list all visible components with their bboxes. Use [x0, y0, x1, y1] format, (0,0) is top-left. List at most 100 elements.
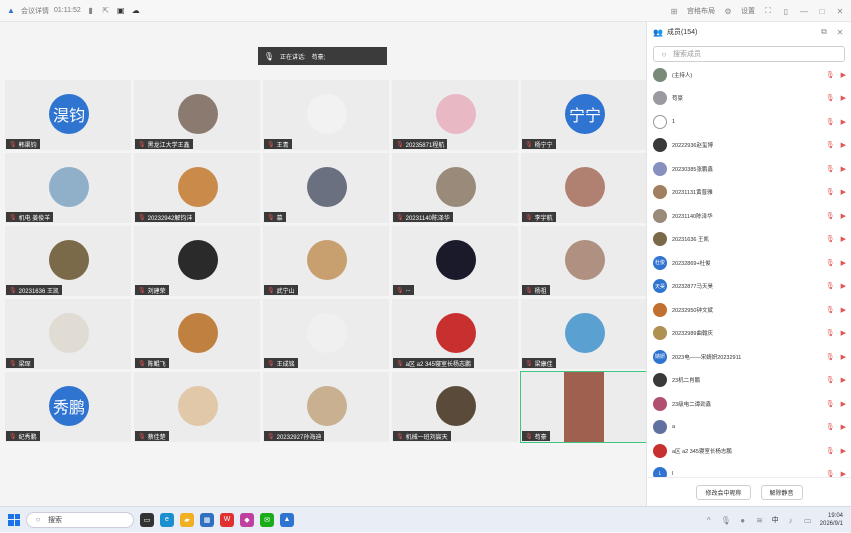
- participant-tile[interactable]: 🎙 王成铭: [262, 298, 390, 370]
- participant-tile[interactable]: 🎙 20232942解钧沣: [133, 152, 261, 224]
- clock[interactable]: 19:04 2026/9/1: [820, 512, 843, 528]
- participant-tile[interactable]: 🎙 20232927孙海迪: [262, 371, 390, 443]
- participant-tile[interactable]: 🎙 机电 姜俊羊: [4, 152, 132, 224]
- mic-muted-icon[interactable]: 🎙: [826, 329, 835, 337]
- mic-muted-icon[interactable]: 🎙: [826, 212, 835, 220]
- taskbar-search[interactable]: ○ 搜索: [26, 511, 134, 528]
- participant-tile[interactable]: 🎙 李宇航: [520, 152, 648, 224]
- settings-button[interactable]: 设置: [741, 6, 755, 16]
- member-row[interactable]: 杜俊 20232869+杜俊 🎙 ▶: [647, 251, 851, 275]
- mic-muted-icon[interactable]: 🎙: [826, 235, 835, 243]
- mic-muted-icon[interactable]: 🎙: [826, 400, 835, 408]
- camera-off-icon[interactable]: ▶: [841, 71, 846, 79]
- participant-tile[interactable]: 🎙 20235871程航: [391, 79, 519, 151]
- tray-mic-icon[interactable]: 🎙: [721, 515, 731, 525]
- camera-off-icon[interactable]: ▶: [841, 400, 846, 408]
- participant-tile[interactable]: 🎙 机械一班刘宸天: [391, 371, 519, 443]
- start-button[interactable]: [8, 513, 20, 526]
- camera-off-icon[interactable]: ▶: [841, 353, 846, 361]
- participant-tile[interactable]: 🎙 a区 a2 345寝室长杨志鹏: [391, 298, 519, 370]
- member-search-input[interactable]: ○ 搜索成员: [653, 46, 845, 62]
- member-row[interactable]: Ll 🎙 ▶: [647, 463, 851, 477]
- member-row[interactable]: a 🎙 ▶: [647, 416, 851, 440]
- member-row[interactable]: a区 a2 345寝室长杨志鹏 🎙 ▶: [647, 439, 851, 463]
- app-icon[interactable]: ◆: [240, 512, 254, 527]
- close-icon[interactable]: ✕: [835, 6, 845, 16]
- member-row[interactable]: 苟豪 🎙 ▶: [647, 87, 851, 111]
- participant-tile[interactable]: 淏钧 🎙 韩渠钧: [4, 79, 132, 151]
- maximize-icon[interactable]: □: [817, 6, 827, 16]
- member-row[interactable]: 1 🎙 ▶: [647, 110, 851, 134]
- member-row[interactable]: 婧妍 2023电——宋婧妍20232911 🎙 ▶: [647, 345, 851, 369]
- mic-muted-icon[interactable]: 🎙: [826, 188, 835, 196]
- participant-tile[interactable]: 🎙 陈鲲飞: [133, 298, 261, 370]
- camera-off-icon[interactable]: ▶: [841, 94, 846, 102]
- file-explorer-icon[interactable]: ▰: [180, 512, 194, 527]
- participant-tile[interactable]: 🎙 武宁山: [262, 225, 390, 297]
- volume-icon[interactable]: ♪: [786, 515, 796, 525]
- camera-off-icon[interactable]: ▶: [841, 423, 846, 431]
- camera-off-icon[interactable]: ▶: [841, 329, 846, 337]
- meeting-info-link[interactable]: 会议详情: [21, 6, 49, 16]
- camera-off-icon[interactable]: ▶: [841, 118, 846, 126]
- member-row[interactable]: 23机二肖鹏 🎙 ▶: [647, 369, 851, 393]
- camera-off-icon[interactable]: ▶: [841, 188, 846, 196]
- participant-tile[interactable]: 🎙 王青: [262, 79, 390, 151]
- wechat-icon[interactable]: ✉: [260, 512, 274, 527]
- participant-tile[interactable]: 秀鹏 🎙 纪秀鹏: [4, 371, 132, 443]
- member-row[interactable]: 20231140陈泽华 🎙 ▶: [647, 204, 851, 228]
- participant-tile[interactable]: 🎙 慕: [262, 152, 390, 224]
- camera-off-icon[interactable]: ▶: [841, 235, 846, 243]
- task-view-icon[interactable]: ▭: [140, 512, 154, 527]
- camera-off-icon[interactable]: ▶: [841, 282, 846, 290]
- recording-icon[interactable]: ▣: [116, 6, 126, 16]
- panel-close-icon[interactable]: ✕: [835, 27, 845, 37]
- wifi-icon[interactable]: ≋: [755, 515, 765, 525]
- minimize-icon[interactable]: —: [799, 6, 809, 16]
- rename-button[interactable]: 修改会中昵称: [696, 484, 751, 500]
- member-row[interactable]: 20231131黄晋雅 🎙 ▶: [647, 181, 851, 205]
- layout-button[interactable]: 宫格布局: [687, 6, 715, 16]
- member-row[interactable]: 20222936赵玺博 🎙 ▶: [647, 134, 851, 158]
- participant-tile[interactable]: 🎙 20231140陈泽华: [391, 152, 519, 224]
- member-row[interactable]: 20230385张鹏鑫 🎙 ▶: [647, 157, 851, 181]
- participant-tile[interactable]: 宁宁 🎙 杨宁宁: [520, 79, 648, 151]
- mic-muted-icon[interactable]: 🎙: [826, 259, 835, 267]
- share-icon[interactable]: ⇱: [101, 6, 111, 16]
- camera-off-icon[interactable]: ▶: [841, 376, 846, 384]
- mic-muted-icon[interactable]: 🎙: [826, 282, 835, 290]
- camera-off-icon[interactable]: ▶: [841, 165, 846, 173]
- camera-off-icon[interactable]: ▶: [841, 447, 846, 455]
- camera-off-icon[interactable]: ▶: [841, 306, 846, 314]
- mic-muted-icon[interactable]: 🎙: [826, 165, 835, 173]
- participant-tile[interactable]: 🎙 黑龙江大学王鑫: [133, 79, 261, 151]
- mic-muted-icon[interactable]: 🎙: [826, 470, 835, 477]
- participant-tile[interactable]: 🎙 杨祖: [520, 225, 648, 297]
- fullscreen-icon[interactable]: ⛶: [763, 6, 773, 16]
- mic-muted-icon[interactable]: 🎙: [826, 447, 835, 455]
- mic-muted-icon[interactable]: 🎙: [826, 306, 835, 314]
- participant-tile[interactable]: 🎙...: [391, 225, 519, 297]
- participant-tile[interactable]: 🎙 梁琛: [4, 298, 132, 370]
- member-row[interactable]: 20231636 王凯 🎙 ▶: [647, 228, 851, 252]
- edge-icon[interactable]: e: [160, 512, 174, 527]
- mic-muted-icon[interactable]: 🎙: [826, 376, 835, 384]
- mic-muted-icon[interactable]: 🎙: [826, 423, 835, 431]
- camera-off-icon[interactable]: ▶: [841, 259, 846, 267]
- tray-app-icon[interactable]: ●: [738, 515, 748, 525]
- unmute-button[interactable]: 解除静音: [760, 484, 803, 500]
- mic-muted-icon[interactable]: 🎙: [826, 141, 835, 149]
- mic-muted-icon[interactable]: 🎙: [826, 71, 835, 79]
- participant-tile[interactable]: 🎙 苟豪: [520, 371, 648, 443]
- camera-off-icon[interactable]: ▶: [841, 470, 846, 477]
- meeting-app-icon[interactable]: ▲: [280, 512, 294, 527]
- member-row[interactable]: 天昊 20232877马天昊 🎙 ▶: [647, 275, 851, 299]
- store-icon[interactable]: ▦: [200, 512, 214, 527]
- pin-icon[interactable]: ▯: [781, 6, 791, 16]
- wps-icon[interactable]: W: [220, 512, 234, 527]
- popout-icon[interactable]: ⧉: [819, 27, 829, 37]
- participant-tile[interactable]: 🎙 梁康佳: [520, 298, 648, 370]
- participant-tile[interactable]: 🎙 20231636 王凯: [4, 225, 132, 297]
- member-row[interactable]: 20232989曲翰庆 🎙 ▶: [647, 322, 851, 346]
- mic-muted-icon[interactable]: 🎙: [826, 353, 835, 361]
